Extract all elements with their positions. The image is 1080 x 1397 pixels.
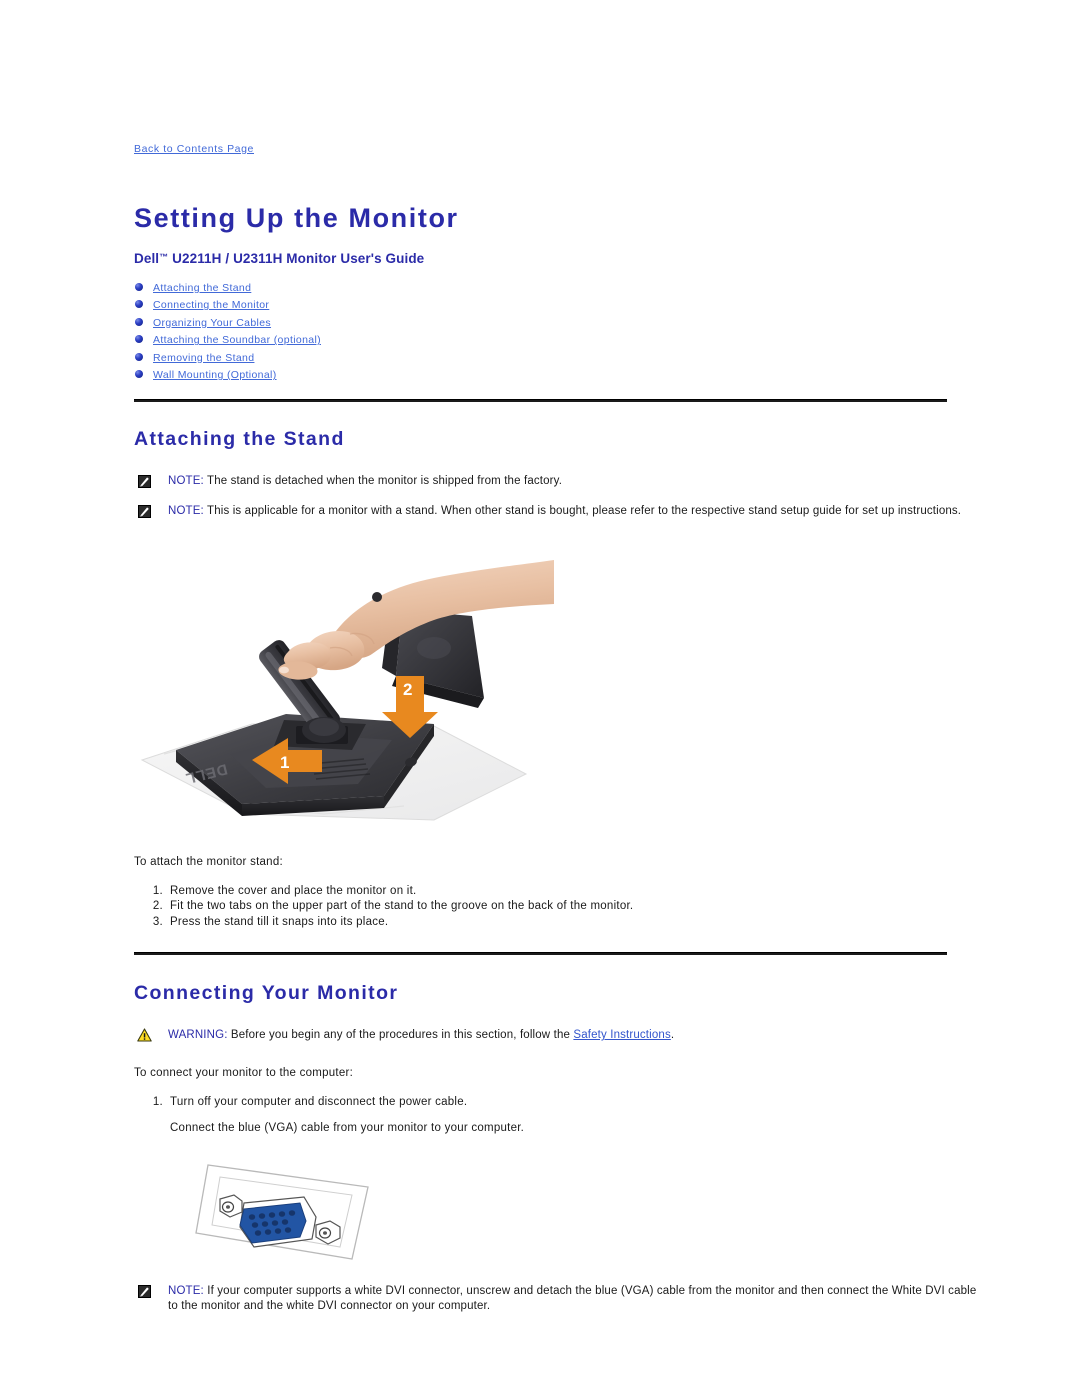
toc-link-attaching-the-soundbar[interactable]: Attaching the Soundbar (optional) (153, 334, 321, 346)
svg-text:2: 2 (403, 680, 412, 699)
note-dvi-connector: NOTE: If your computer supports a white … (134, 1284, 978, 1315)
section-divider (134, 399, 947, 403)
attach-stand-intro: To attach the monitor stand: (134, 855, 283, 868)
section-title-connecting-your-monitor: Connecting Your Monitor (134, 982, 399, 1005)
warning-safety-instructions: WARNING: Before you begin any of the pro… (134, 1028, 949, 1044)
document-page: Back to Contents Page Setting Up the Mon… (0, 0, 1080, 1397)
page-title: Setting Up the Monitor (134, 203, 459, 233)
toc-link-attaching-the-stand[interactable]: Attaching the Stand (153, 282, 251, 294)
note-text: The stand is detached when the monitor i… (203, 474, 563, 487)
connect-monitor-intro: To connect your monitor to the computer: (134, 1066, 354, 1079)
attach-stand-steps: 1. Remove the cover and place the monitor… (134, 884, 949, 931)
trademark-icon: ™ (159, 251, 169, 262)
note-label: NOTE: (168, 505, 204, 518)
step-text: Press the stand till it snaps into its p… (170, 915, 389, 928)
document-subtitle: Dell™ U2211H / U2311H Monitor User's Gui… (134, 251, 949, 266)
warning-text-post: . (670, 1029, 675, 1042)
bullet-ball-icon (135, 352, 143, 361)
step-number: 1. (152, 1095, 163, 1108)
note-stand-detached: NOTE: The stand is detached when the mon… (134, 474, 949, 490)
list-item[interactable]: Organizing Your Cables (134, 315, 949, 330)
list-item: 2. Fit the two tabs on the upper part of … (134, 899, 949, 915)
toc-link-wall-mounting[interactable]: Wall Mounting (Optional) (153, 369, 277, 381)
step-text: Remove the cover and place the monitor o… (170, 884, 417, 897)
step-number: 2. (152, 900, 163, 913)
figure-vga-connector (192, 1155, 382, 1270)
warning-text-pre: Before you begin any of the procedures i… (227, 1029, 574, 1042)
note-icon (138, 1284, 151, 1298)
step-number: 1. (152, 884, 163, 897)
bullet-ball-icon (135, 300, 143, 309)
svg-text:1: 1 (280, 753, 289, 772)
bullet-ball-icon (135, 282, 143, 291)
step-number: 3. (152, 915, 163, 928)
toc-link-connecting-the-monitor[interactable]: Connecting the Monitor (153, 299, 269, 311)
warning-triangle-icon (137, 1028, 152, 1043)
note-label: NOTE: (168, 1284, 204, 1297)
toc-link-removing-the-stand[interactable]: Removing the Stand (153, 352, 254, 364)
figure-attaching-stand: DELL 2 1 (134, 548, 554, 848)
list-item[interactable]: Connecting the Monitor (134, 297, 949, 312)
note-stand-applicable: NOTE: This is applicable for a monitor w… (134, 504, 968, 520)
connect-monitor-substep: Connect the blue (VGA) cable from your m… (170, 1122, 525, 1135)
list-item[interactable]: Wall Mounting (Optional) (134, 367, 949, 382)
section-divider (134, 952, 947, 956)
back-to-contents-link[interactable]: Back to Contents Page (134, 143, 254, 155)
list-item[interactable]: Attaching the Soundbar (optional) (134, 332, 949, 347)
bullet-ball-icon (135, 335, 143, 344)
list-item: 1. Remove the cover and place the monitor… (134, 884, 949, 900)
page-content: Back to Contents Page Setting Up the Mon… (134, 139, 976, 1315)
list-item: 3. Press the stand till it snaps into its… (134, 915, 949, 931)
note-text: This is applicable for a monitor with a … (203, 505, 962, 518)
step-text: Fit the two tabs on the upper part of th… (170, 900, 634, 913)
subtitle-model: U2211H / U2311H Monitor User's Guide (168, 250, 425, 266)
list-item[interactable]: Removing the Stand (134, 350, 949, 365)
safety-instructions-link[interactable]: Safety Instructions (573, 1029, 670, 1041)
note-text: If your computer supports a white DVI co… (168, 1284, 977, 1313)
list-item[interactable]: Attaching the Stand (134, 280, 949, 295)
toc-link-organizing-your-cables[interactable]: Organizing Your Cables (153, 317, 271, 329)
section-title-attaching-the-stand: Attaching the Stand (134, 428, 345, 451)
table-of-contents: Attaching the Stand Connecting the Monit… (134, 280, 949, 383)
step-text: Turn off your computer and disconnect th… (170, 1095, 468, 1108)
note-icon (138, 474, 151, 488)
subtitle-brand: Dell (134, 250, 160, 266)
list-item: 1. Turn off your computer and disconnect … (134, 1095, 949, 1111)
warning-label: WARNING: (168, 1029, 228, 1042)
note-icon (138, 505, 151, 519)
bullet-ball-icon (135, 317, 143, 326)
bullet-ball-icon (135, 370, 143, 379)
connect-monitor-steps: 1. Turn off your computer and disconnect … (134, 1095, 949, 1111)
note-label: NOTE: (168, 474, 204, 487)
